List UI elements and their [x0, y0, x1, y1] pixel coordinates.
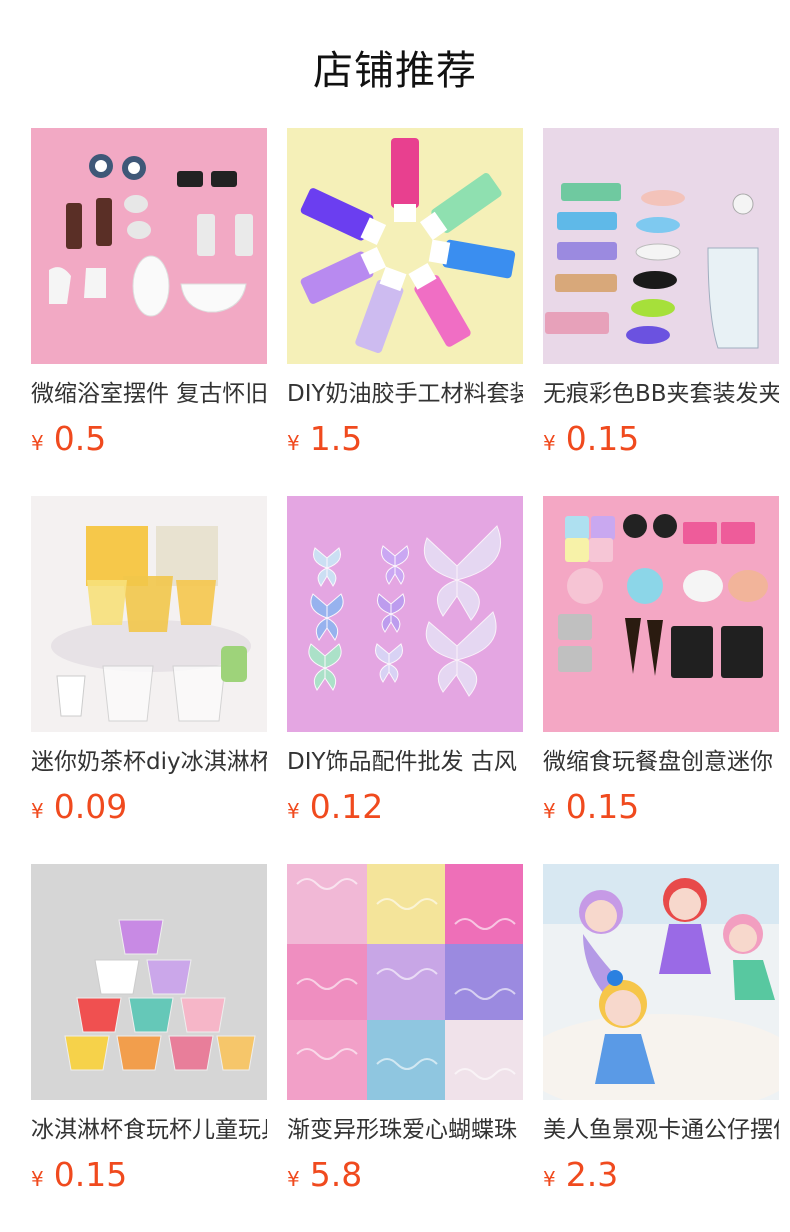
- mini-tableware-icon[interactable]: [543, 496, 779, 732]
- product-card[interactable]: 渐变异形珠爱心蝴蝶珠 ¥ 5.8: [287, 864, 523, 1232]
- product-title: 冰淇淋杯食玩杯儿童玩具: [31, 1117, 267, 1143]
- product-card[interactable]: 冰淇淋杯食玩杯儿童玩具 ¥ 0.15: [31, 864, 267, 1232]
- product-price: ¥ 0.15: [543, 787, 779, 827]
- price-value: 0.15: [53, 1155, 128, 1194]
- product-price: ¥ 0.09: [31, 787, 267, 827]
- product-card[interactable]: 微缩浴室摆件 复古怀旧 ¥ 0.5: [31, 128, 267, 496]
- product-card[interactable]: 美人鱼景观卡通公仔摆件 ¥ 2.3: [543, 864, 779, 1232]
- product-title: 无痕彩色BB夹套装发夹: [543, 381, 779, 407]
- mermaid-figurine-icon[interactable]: [543, 864, 779, 1100]
- product-price: ¥ 1.5: [287, 419, 523, 459]
- product-title: DIY饰品配件批发 古风: [287, 749, 517, 775]
- product-price: ¥ 0.15: [31, 1155, 267, 1195]
- product-grid: 微缩浴室摆件 复古怀旧 ¥ 0.5 DIY奶油胶手工材料套装 ¥ 1.5 无痕彩…: [31, 128, 781, 1232]
- price-value: 0.15: [565, 419, 640, 458]
- product-title: 美人鱼景观卡通公仔摆件: [543, 1117, 779, 1143]
- product-card[interactable]: 迷你奶茶杯diy冰淇淋杯 ¥ 0.09: [31, 496, 267, 864]
- product-row: 微缩浴室摆件 复古怀旧 ¥ 0.5 DIY奶油胶手工材料套装 ¥ 1.5 无痕彩…: [31, 128, 781, 496]
- gradient-beads-icon[interactable]: [287, 864, 523, 1100]
- hair-clips-icon[interactable]: [543, 128, 779, 364]
- currency-symbol: ¥: [543, 799, 556, 823]
- product-card[interactable]: 无痕彩色BB夹套装发夹 ¥ 0.15: [543, 128, 779, 496]
- product-price: ¥ 2.3: [543, 1155, 779, 1195]
- butterfly-ornament-icon[interactable]: [287, 496, 523, 732]
- product-price: ¥ 5.8: [287, 1155, 523, 1195]
- price-value: 5.8: [309, 1155, 363, 1194]
- product-price: ¥ 0.12: [287, 787, 523, 827]
- price-value: 2.3: [565, 1155, 619, 1194]
- product-title: 微缩食玩餐盘创意迷你: [543, 749, 773, 775]
- miniature-bathroom-icon[interactable]: [31, 128, 267, 364]
- currency-symbol: ¥: [287, 1167, 300, 1191]
- product-title: 迷你奶茶杯diy冰淇淋杯: [31, 749, 267, 775]
- mini-milk-tea-cup-icon[interactable]: [31, 496, 267, 732]
- product-row: 冰淇淋杯食玩杯儿童玩具 ¥ 0.15 渐变异形珠爱心蝴蝶珠 ¥ 5.8 美人鱼景…: [31, 864, 781, 1232]
- ice-cream-cups-icon[interactable]: [31, 864, 267, 1100]
- currency-symbol: ¥: [31, 431, 44, 455]
- product-title: 微缩浴室摆件 复古怀旧: [31, 381, 267, 407]
- product-price: ¥ 0.5: [31, 419, 267, 459]
- currency-symbol: ¥: [31, 799, 44, 823]
- currency-symbol: ¥: [543, 431, 556, 455]
- currency-symbol: ¥: [31, 1167, 44, 1191]
- product-price: ¥ 0.15: [543, 419, 779, 459]
- price-value: 0.12: [309, 787, 384, 826]
- cream-glue-tubes-icon[interactable]: [287, 128, 523, 364]
- currency-symbol: ¥: [287, 799, 300, 823]
- page-title: 店铺推荐: [313, 48, 477, 94]
- product-row: 迷你奶茶杯diy冰淇淋杯 ¥ 0.09 DIY饰品配件批发 古风 ¥ 0.12 …: [31, 496, 781, 864]
- product-title: 渐变异形珠爱心蝴蝶珠: [287, 1117, 517, 1143]
- price-value: 0.09: [53, 787, 128, 826]
- price-value: 0.5: [53, 419, 107, 458]
- currency-symbol: ¥: [543, 1167, 556, 1191]
- product-card[interactable]: 微缩食玩餐盘创意迷你 ¥ 0.15: [543, 496, 779, 864]
- product-title: DIY奶油胶手工材料套装: [287, 381, 523, 407]
- price-value: 0.15: [565, 787, 640, 826]
- recommend-page: 店铺推荐 微缩浴室摆件 复古怀旧 ¥ 0.5 DIY奶油胶手工材料套装 ¥ 1.…: [0, 0, 790, 1232]
- product-card[interactable]: DIY奶油胶手工材料套装 ¥ 1.5: [287, 128, 523, 496]
- currency-symbol: ¥: [287, 431, 300, 455]
- price-value: 1.5: [309, 419, 363, 458]
- page-header: 店铺推荐: [0, 0, 790, 128]
- product-card[interactable]: DIY饰品配件批发 古风 ¥ 0.12: [287, 496, 523, 864]
